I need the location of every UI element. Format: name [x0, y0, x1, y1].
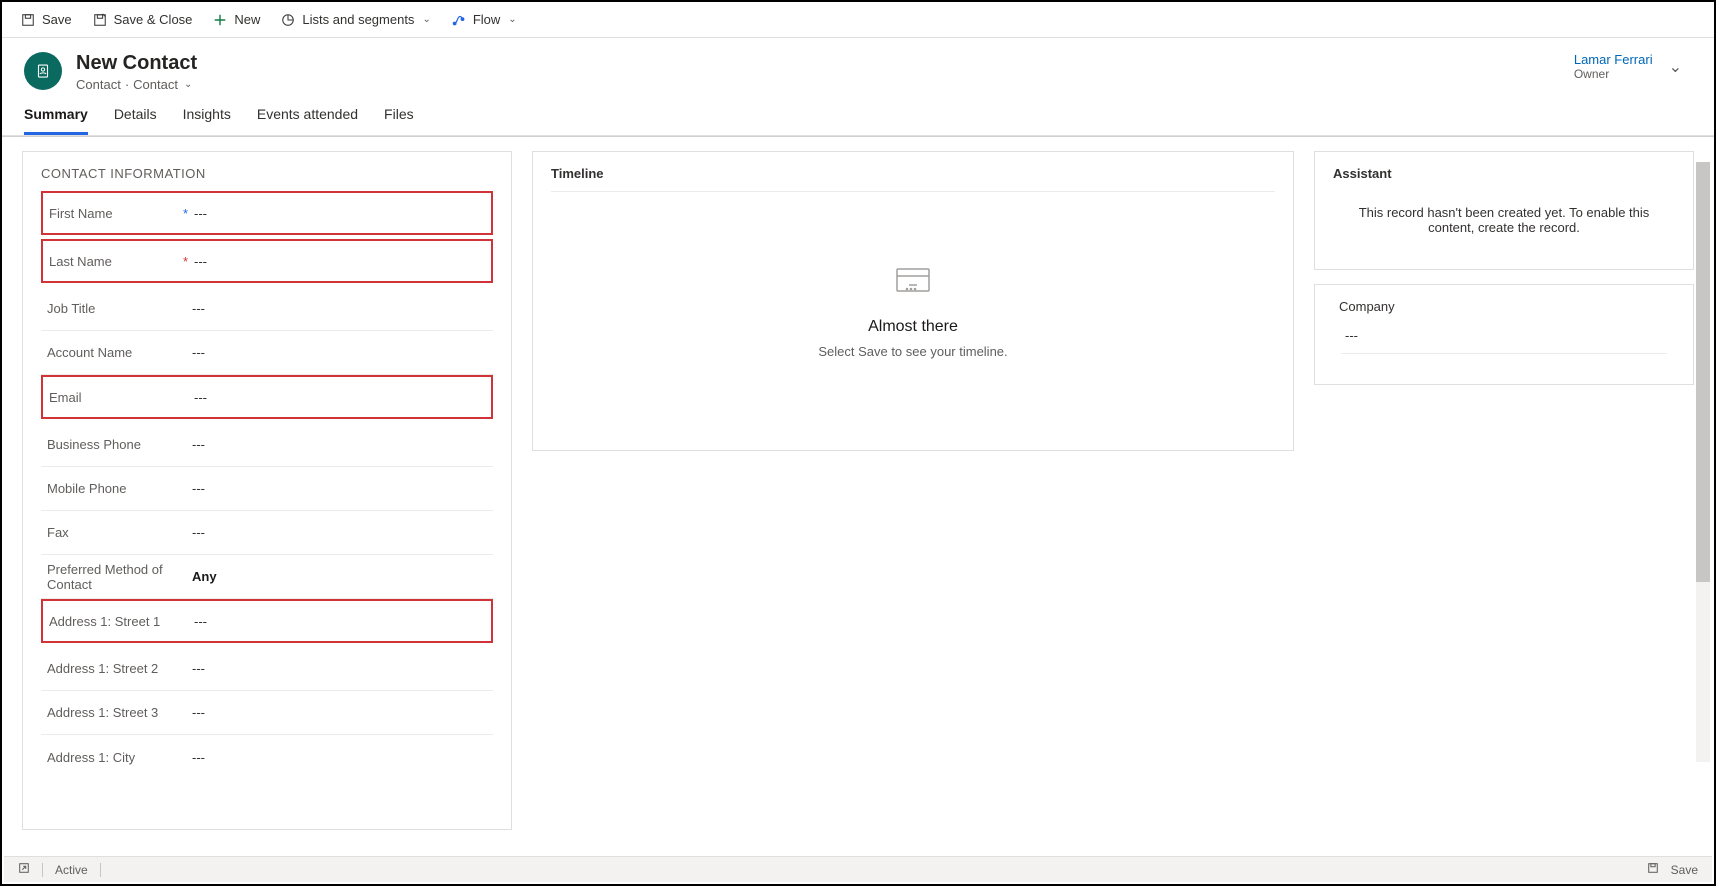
assistant-message: This record hasn't been created yet. To … — [1333, 191, 1675, 255]
account-name-label: Account Name — [47, 345, 192, 360]
toolbar: Save Save & Close New Lists and segments… — [2, 2, 1714, 38]
contact-info-panel: CONTACT INFORMATION First Name --- Last … — [22, 151, 512, 830]
save-close-icon — [92, 12, 108, 28]
new-label: New — [234, 12, 260, 27]
preferred-contact-label: Preferred Method of Contact — [47, 562, 192, 592]
content-area: CONTACT INFORMATION First Name --- Last … — [2, 136, 1714, 844]
preferred-contact-row[interactable]: Preferred Method of Contact Any — [41, 555, 493, 599]
flow-icon — [451, 12, 467, 28]
section-title: CONTACT INFORMATION — [41, 166, 493, 181]
last-name-field[interactable]: --- — [194, 254, 485, 269]
assistant-title: Assistant — [1333, 166, 1675, 181]
company-field[interactable]: --- — [1341, 320, 1667, 354]
divider — [42, 863, 43, 877]
save-close-button[interactable]: Save & Close — [92, 12, 193, 28]
addr1-city-field[interactable]: --- — [192, 750, 487, 765]
addr1-street3-field[interactable]: --- — [192, 705, 487, 720]
chevron-down-icon: ⌄ — [422, 14, 430, 25]
mobile-phone-row[interactable]: Mobile Phone --- — [41, 467, 493, 511]
addr1-street2-label: Address 1: Street 2 — [47, 661, 192, 676]
tabs: Summary Details Insights Events attended… — [2, 92, 1714, 136]
addr1-street1-field[interactable]: --- — [194, 614, 485, 629]
addr1-street2-row[interactable]: Address 1: Street 2 --- — [41, 647, 493, 691]
chevron-down-icon: ⌄ — [508, 14, 516, 25]
lists-segments-button[interactable]: Lists and segments ⌄ — [280, 12, 430, 28]
segments-icon — [280, 12, 296, 28]
assistant-panel: Assistant This record hasn't been create… — [1314, 151, 1694, 270]
timeline-panel: Timeline Almost there Select Save to see… — [532, 151, 1294, 451]
avatar — [24, 52, 62, 90]
save-button[interactable]: Save — [20, 12, 72, 28]
first-name-field[interactable]: --- — [194, 206, 485, 221]
company-panel: Company --- — [1314, 284, 1694, 385]
last-name-row[interactable]: Last Name --- — [41, 239, 493, 283]
tab-details[interactable]: Details — [114, 106, 157, 135]
company-title: Company — [1333, 299, 1675, 314]
job-title-field[interactable]: --- — [192, 301, 487, 316]
save-label: Save — [42, 12, 72, 27]
new-button[interactable]: New — [212, 12, 260, 28]
business-phone-row[interactable]: Business Phone --- — [41, 423, 493, 467]
form-selector[interactable]: Contact — [133, 77, 178, 92]
timeline-title: Timeline — [551, 166, 1275, 181]
status-label: Active — [55, 863, 88, 877]
business-phone-field[interactable]: --- — [192, 437, 487, 452]
owner-name[interactable]: Lamar Ferrari — [1574, 52, 1653, 67]
flow-label: Flow — [473, 12, 500, 27]
addr1-street1-row[interactable]: Address 1: Street 1 --- — [41, 599, 493, 643]
account-name-field[interactable]: --- — [192, 345, 487, 360]
chevron-down-icon[interactable]: ⌄ — [184, 79, 192, 90]
record-header: New Contact Contact · Contact ⌄ Lamar Fe… — [2, 38, 1714, 92]
page-title: New Contact — [76, 52, 197, 75]
tab-insights[interactable]: Insights — [183, 106, 231, 135]
addr1-street1-label: Address 1: Street 1 — [49, 614, 194, 629]
plus-icon — [212, 12, 228, 28]
addr1-city-row[interactable]: Address 1: City --- — [41, 735, 493, 779]
job-title-row[interactable]: Job Title --- — [41, 287, 493, 331]
addr1-street3-row[interactable]: Address 1: Street 3 --- — [41, 691, 493, 735]
email-label: Email — [49, 390, 194, 405]
owner-label: Owner — [1574, 67, 1653, 81]
mobile-phone-field[interactable]: --- — [192, 481, 487, 496]
popout-icon[interactable] — [18, 862, 30, 877]
tab-summary[interactable]: Summary — [24, 106, 88, 135]
business-phone-label: Business Phone — [47, 437, 192, 452]
addr1-city-label: Address 1: City — [47, 750, 192, 765]
folder-icon — [889, 255, 937, 306]
first-name-row[interactable]: First Name --- — [41, 191, 493, 235]
fax-label: Fax — [47, 525, 192, 540]
fax-row[interactable]: Fax --- — [41, 511, 493, 555]
email-field[interactable]: --- — [194, 390, 485, 405]
fax-field[interactable]: --- — [192, 525, 487, 540]
mobile-phone-label: Mobile Phone — [47, 481, 192, 496]
job-title-label: Job Title — [47, 301, 192, 316]
chevron-down-icon[interactable]: ⌄ — [1669, 57, 1682, 77]
tab-events[interactable]: Events attended — [257, 106, 358, 135]
last-name-label: Last Name — [49, 254, 194, 269]
tab-files[interactable]: Files — [384, 106, 414, 135]
email-row[interactable]: Email --- — [41, 375, 493, 419]
preferred-contact-field[interactable]: Any — [192, 569, 487, 584]
flow-button[interactable]: Flow ⌄ — [451, 12, 517, 28]
account-name-row[interactable]: Account Name --- — [41, 331, 493, 375]
addr1-street2-field[interactable]: --- — [192, 661, 487, 676]
divider — [100, 863, 101, 877]
timeline-heading: Almost there — [868, 318, 958, 336]
addr1-street3-label: Address 1: Street 3 — [47, 705, 192, 720]
first-name-label: First Name — [49, 206, 194, 221]
entity-label: Contact — [76, 77, 121, 92]
timeline-message: Select Save to see your timeline. — [818, 344, 1007, 359]
save-icon — [20, 12, 36, 28]
save-close-label: Save & Close — [114, 12, 193, 27]
save-icon[interactable] — [1647, 862, 1659, 877]
footer: Active Save — [4, 856, 1712, 882]
scrollbar-thumb[interactable] — [1696, 162, 1710, 582]
scrollbar[interactable] — [1696, 162, 1710, 762]
footer-save-label[interactable]: Save — [1671, 863, 1698, 877]
lists-label: Lists and segments — [302, 12, 414, 27]
